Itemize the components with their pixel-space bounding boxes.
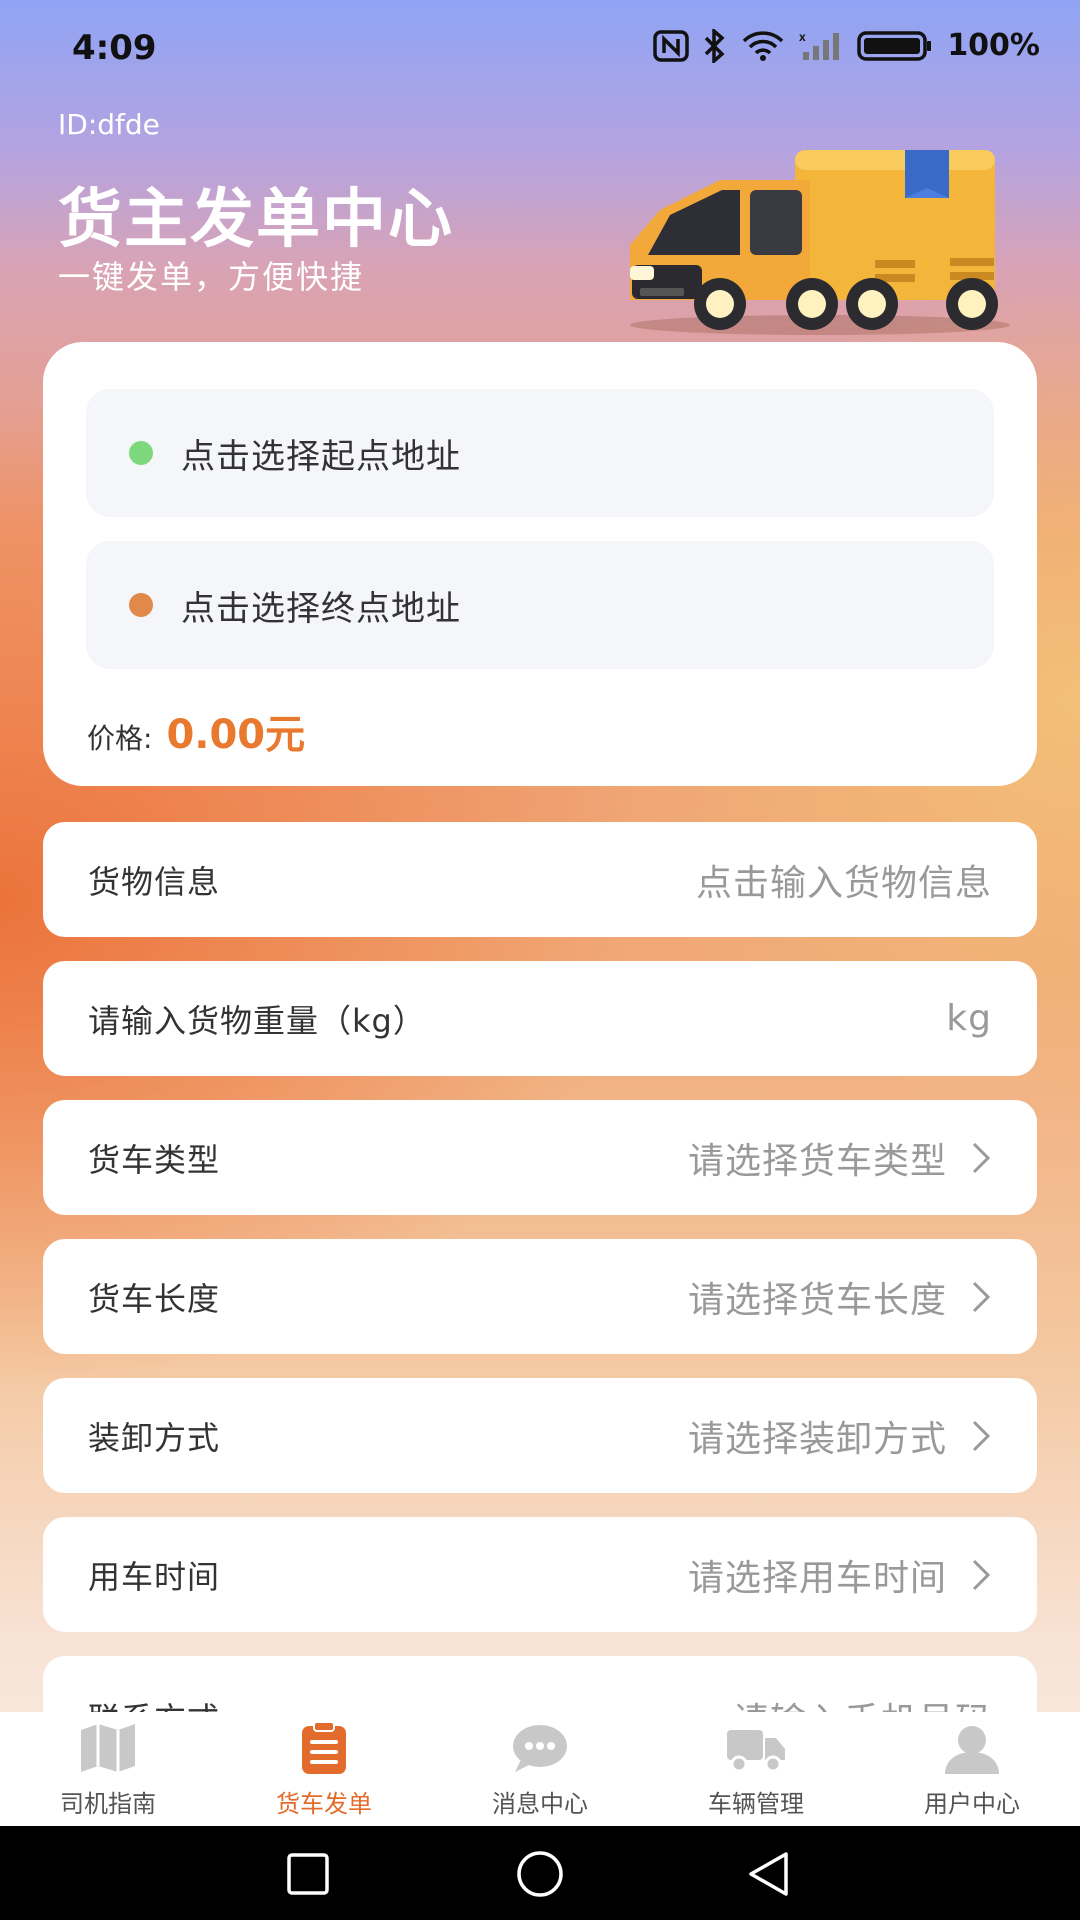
user-icon (945, 1726, 999, 1774)
truck-type-selector[interactable]: 货车类型 请选择货车类型 (43, 1100, 1037, 1215)
weight-field[interactable]: 请输入货物重量（kg） kg (43, 961, 1037, 1076)
tab-label: 车辆管理 (708, 1790, 804, 1818)
truck-length-label: 货车长度 (88, 1279, 221, 1318)
page-subtitle: 一键发单，方便快捷 (58, 258, 365, 296)
tab-user-center[interactable]: 用户中心 (864, 1712, 1080, 1826)
chevron-right-icon (972, 1281, 991, 1312)
loading-method-label: 装卸方式 (88, 1418, 221, 1457)
tab-label: 用户中心 (924, 1790, 1020, 1818)
chat-icon (513, 1725, 567, 1772)
truck-icon (727, 1730, 785, 1773)
status-time: 4:09 (72, 28, 157, 68)
tab-vehicle-management[interactable]: 车辆管理 (648, 1712, 864, 1826)
route-card: 点击选择起点地址 点击选择终点地址 价格: 0.00元 (43, 342, 1037, 786)
price-display: 价格: 0.00元 (87, 702, 305, 760)
status-icons: x 100% (653, 28, 1040, 63)
map-icon (81, 1724, 135, 1772)
status-bar: 4:09 x 100% (0, 0, 1080, 100)
loading-method-selector[interactable]: 装卸方式 请选择装卸方式 (43, 1378, 1037, 1493)
use-time-placeholder: 请选择用车时间 (687, 1557, 947, 1599)
wifi-icon (743, 30, 784, 61)
end-address-placeholder: 点击选择终点地址 (181, 588, 461, 629)
loading-method-placeholder: 请选择装卸方式 (687, 1418, 947, 1460)
recent-apps-icon[interactable] (286, 1852, 330, 1896)
tab-label: 司机指南 (60, 1790, 156, 1818)
chevron-right-icon (972, 1420, 991, 1451)
goods-info-field[interactable]: 货物信息 点击输入货物信息 (43, 822, 1037, 937)
signal-icon: x (799, 30, 840, 60)
weight-label: 请输入货物重量（kg） (88, 1001, 426, 1040)
truck-type-placeholder: 请选择货车类型 (687, 1140, 947, 1182)
user-id: ID:dfde (58, 108, 160, 141)
tab-truck-order[interactable]: 货车发单 (216, 1712, 432, 1826)
nfc-icon (653, 29, 690, 62)
end-dot-icon (129, 593, 153, 617)
clipboard-icon (302, 1721, 346, 1774)
weight-placeholder: kg (946, 998, 992, 1039)
back-icon[interactable] (746, 1850, 790, 1898)
tab-message-center[interactable]: 消息中心 (432, 1712, 648, 1826)
use-time-selector[interactable]: 用车时间 请选择用车时间 (43, 1517, 1037, 1632)
price-value: 0.00元 (166, 712, 306, 758)
start-address-selector[interactable]: 点击选择起点地址 (86, 389, 994, 517)
truck-illustration (630, 150, 1010, 335)
tab-label: 货车发单 (276, 1790, 372, 1818)
bottom-tab-bar: 司机指南 货车发单 消息中心 车辆管理 用户中心 (0, 1712, 1080, 1826)
tab-driver-guide[interactable]: 司机指南 (0, 1712, 216, 1826)
goods-info-label: 货物信息 (88, 862, 221, 901)
battery-percent: 100% (947, 28, 1040, 63)
end-address-selector[interactable]: 点击选择终点地址 (86, 541, 994, 669)
bluetooth-icon (705, 28, 725, 63)
goods-info-placeholder: 点击输入货物信息 (695, 862, 992, 904)
price-label: 价格: (87, 722, 153, 755)
chevron-right-icon (972, 1142, 991, 1173)
home-icon[interactable] (515, 1850, 565, 1898)
start-address-placeholder: 点击选择起点地址 (181, 436, 461, 477)
truck-length-placeholder: 请选择货车长度 (687, 1279, 947, 1321)
truck-type-label: 货车类型 (88, 1140, 221, 1179)
svg-text:x: x (799, 30, 806, 44)
battery-icon (857, 30, 932, 61)
page-title: 货主发单中心 (58, 183, 454, 257)
start-dot-icon (129, 441, 153, 465)
tab-label: 消息中心 (492, 1790, 588, 1818)
system-navigation-bar (0, 1826, 1080, 1920)
use-time-label: 用车时间 (88, 1557, 221, 1596)
truck-length-selector[interactable]: 货车长度 请选择货车长度 (43, 1239, 1037, 1354)
chevron-right-icon (972, 1559, 991, 1590)
